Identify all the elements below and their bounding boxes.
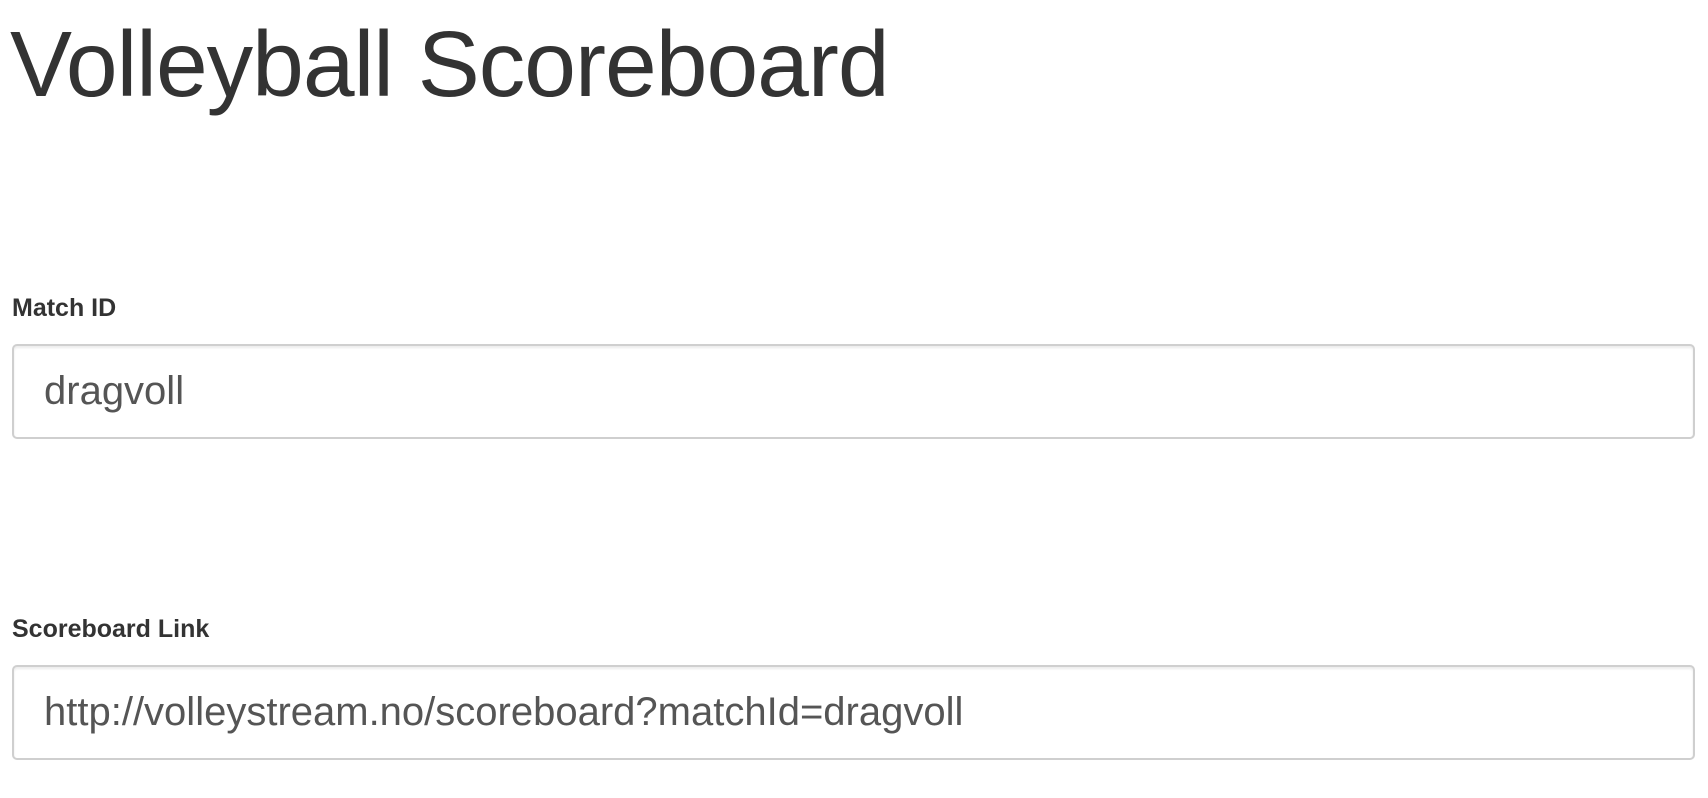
match-id-label: Match ID — [12, 294, 117, 322]
scoreboard-link-input[interactable] — [12, 665, 1695, 760]
scoreboard-page: Volleyball Scoreboard Match ID Scoreboar… — [0, 0, 1708, 798]
page-title: Volleyball Scoreboard — [10, 12, 890, 116]
scoreboard-link-label: Scoreboard Link — [12, 615, 210, 643]
match-id-input[interactable] — [12, 344, 1695, 439]
